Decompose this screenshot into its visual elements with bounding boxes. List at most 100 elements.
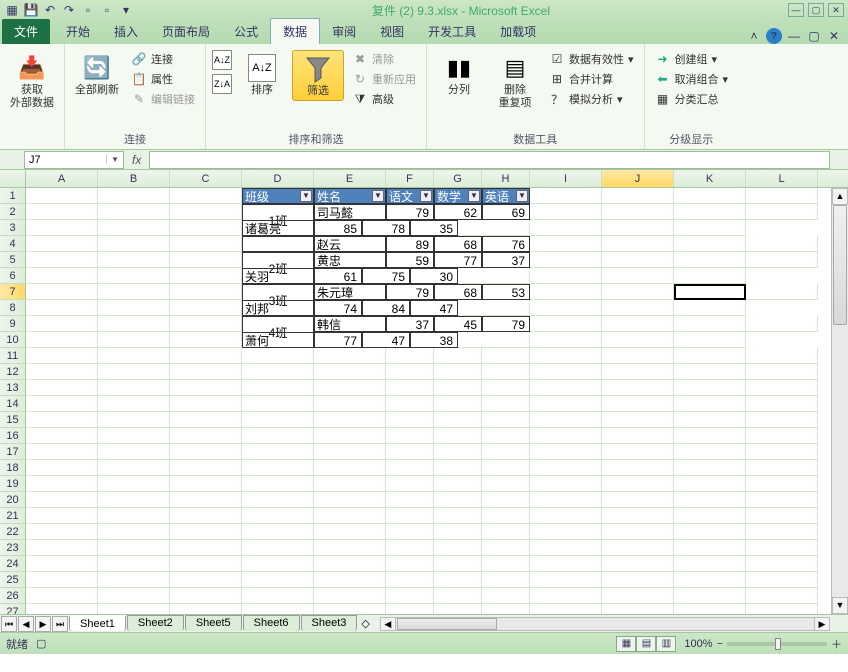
row-header[interactable]: 19 xyxy=(0,476,26,492)
cell-H18[interactable] xyxy=(482,460,530,476)
cell-J17[interactable] xyxy=(602,444,674,460)
text-to-columns-button[interactable]: ▮▮ 分列 xyxy=(433,50,485,99)
cell-A20[interactable] xyxy=(26,492,98,508)
filter-dropdown-icon[interactable]: ▼ xyxy=(516,190,528,202)
cell-E12[interactable] xyxy=(314,364,386,380)
cell-A17[interactable] xyxy=(26,444,98,460)
cell-A14[interactable] xyxy=(26,396,98,412)
cell-L23[interactable] xyxy=(746,540,818,556)
group-button[interactable]: ➜创建组▾ xyxy=(651,50,733,68)
cell-I15[interactable] xyxy=(530,412,602,428)
cell-J22[interactable] xyxy=(602,524,674,540)
cell-C13[interactable] xyxy=(170,380,242,396)
column-header-K[interactable]: K xyxy=(674,170,746,187)
cell-I7[interactable] xyxy=(530,284,602,300)
cell-D22[interactable] xyxy=(242,524,314,540)
cell-H13[interactable] xyxy=(482,380,530,396)
cell-C6[interactable] xyxy=(170,268,242,284)
cell-E1[interactable]: 姓名▼ xyxy=(314,188,386,204)
cell-A13[interactable] xyxy=(26,380,98,396)
row-header[interactable]: 9 xyxy=(0,316,26,332)
cell-L15[interactable] xyxy=(746,412,818,428)
cell-E19[interactable] xyxy=(314,476,386,492)
page-layout-view-button[interactable]: ▤ xyxy=(636,636,656,652)
cell-E26[interactable] xyxy=(314,588,386,604)
cell-G4[interactable]: 68 xyxy=(434,236,482,252)
sheet-tab-Sheet3[interactable]: Sheet3 xyxy=(301,615,358,631)
cell-F10[interactable]: 77 xyxy=(314,332,362,348)
cell-C17[interactable] xyxy=(170,444,242,460)
tab-page-layout[interactable]: 页面布局 xyxy=(150,19,222,44)
cell-H1[interactable]: 英语▼ xyxy=(482,188,530,204)
cell-I21[interactable] xyxy=(530,508,602,524)
cell-G12[interactable] xyxy=(434,364,482,380)
scroll-thumb[interactable] xyxy=(397,618,497,630)
fx-icon[interactable]: fx xyxy=(132,153,141,167)
cell-K10[interactable] xyxy=(602,332,674,348)
cell-E17[interactable] xyxy=(314,444,386,460)
cell-H15[interactable] xyxy=(482,412,530,428)
cell-E27[interactable] xyxy=(314,604,386,614)
cell-G11[interactable] xyxy=(434,348,482,364)
cell-I13[interactable] xyxy=(530,380,602,396)
cell-B19[interactable] xyxy=(98,476,170,492)
cell-E4[interactable]: 赵云 xyxy=(314,236,386,252)
cell-B2[interactable] xyxy=(98,204,170,220)
cell-B7[interactable] xyxy=(98,284,170,300)
cell-H26[interactable] xyxy=(482,588,530,604)
scroll-up-button[interactable]: ▲ xyxy=(832,188,848,205)
cell-G22[interactable] xyxy=(434,524,482,540)
cell-L6[interactable] xyxy=(674,268,746,284)
cell-I17[interactable] xyxy=(530,444,602,460)
row-header[interactable]: 21 xyxy=(0,508,26,524)
cell-I10[interactable] xyxy=(458,332,530,348)
cell-G27[interactable] xyxy=(434,604,482,614)
cell-J26[interactable] xyxy=(602,588,674,604)
ungroup-button[interactable]: ⬅取消组合▾ xyxy=(651,70,733,88)
filter-button[interactable]: 筛选 xyxy=(292,50,344,101)
cell-L20[interactable] xyxy=(746,492,818,508)
cell-K9[interactable] xyxy=(674,316,746,332)
cell-F15[interactable] xyxy=(386,412,434,428)
cell-H5[interactable]: 37 xyxy=(482,252,530,268)
cell-I16[interactable] xyxy=(530,428,602,444)
row-header[interactable]: 3 xyxy=(0,220,26,236)
cell-F6[interactable]: 61 xyxy=(314,268,362,284)
formula-input[interactable] xyxy=(149,151,830,169)
cell-C22[interactable] xyxy=(170,524,242,540)
cell-D27[interactable] xyxy=(242,604,314,614)
cell-C19[interactable] xyxy=(170,476,242,492)
cell-L13[interactable] xyxy=(746,380,818,396)
cell-B8[interactable] xyxy=(98,300,170,316)
cell-L19[interactable] xyxy=(746,476,818,492)
cell-D17[interactable] xyxy=(242,444,314,460)
cell-J14[interactable] xyxy=(602,396,674,412)
last-sheet-button[interactable]: ⏭ xyxy=(52,616,68,632)
cell-B14[interactable] xyxy=(98,396,170,412)
cell-B15[interactable] xyxy=(98,412,170,428)
cell-I11[interactable] xyxy=(530,348,602,364)
cell-A12[interactable] xyxy=(26,364,98,380)
cell-F11[interactable] xyxy=(386,348,434,364)
cell-E11[interactable] xyxy=(314,348,386,364)
cell-C11[interactable] xyxy=(170,348,242,364)
cell-A5[interactable] xyxy=(26,252,98,268)
cell-F19[interactable] xyxy=(386,476,434,492)
zoom-out-button[interactable]: − xyxy=(717,638,723,650)
cell-C27[interactable] xyxy=(170,604,242,614)
row-header[interactable]: 2 xyxy=(0,204,26,220)
cell-A8[interactable] xyxy=(26,300,98,316)
remove-duplicates-button[interactable]: ▤ 删除 重复项 xyxy=(489,50,541,112)
cell-K21[interactable] xyxy=(674,508,746,524)
row-header[interactable]: 16 xyxy=(0,428,26,444)
cell-C14[interactable] xyxy=(170,396,242,412)
cell-A11[interactable] xyxy=(26,348,98,364)
cell-L14[interactable] xyxy=(746,396,818,412)
cell-I18[interactable] xyxy=(530,460,602,476)
cell-D14[interactable] xyxy=(242,396,314,412)
cell-F9[interactable]: 37 xyxy=(386,316,434,332)
cell-B5[interactable] xyxy=(98,252,170,268)
cell-F18[interactable] xyxy=(386,460,434,476)
cell-K4[interactable] xyxy=(674,236,746,252)
cell-C5[interactable] xyxy=(170,252,242,268)
